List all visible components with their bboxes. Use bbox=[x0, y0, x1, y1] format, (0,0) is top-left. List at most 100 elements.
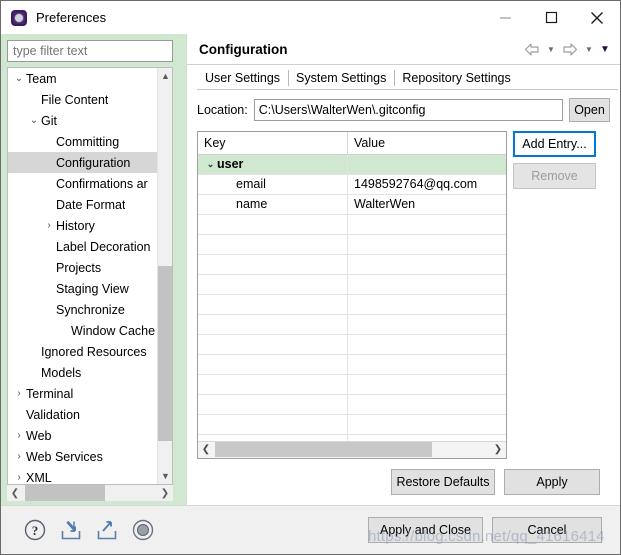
sidebar-item-window-cache[interactable]: Window Cache bbox=[8, 320, 157, 341]
cancel-button[interactable]: Cancel bbox=[492, 517, 602, 543]
table-cell-value bbox=[348, 275, 506, 294]
sidebar-item-configuration[interactable]: Configuration bbox=[8, 152, 157, 173]
scrollbar-thumb[interactable] bbox=[25, 485, 105, 501]
sidebar-item-staging-view[interactable]: Staging View bbox=[8, 278, 157, 299]
table-cell-key bbox=[198, 274, 348, 294]
back-history-caret-icon[interactable]: ▼ bbox=[544, 40, 558, 58]
sidebar-item-history[interactable]: › History bbox=[8, 215, 157, 236]
scrollbar-thumb[interactable] bbox=[158, 266, 172, 441]
sidebar-item-confirmations-ar[interactable]: Confirmations ar bbox=[8, 173, 157, 194]
table-cell-value bbox=[348, 295, 506, 314]
tab-user-settings[interactable]: User Settings bbox=[197, 66, 289, 89]
table-cell-key bbox=[198, 334, 348, 354]
table-row[interactable]: name WalterWen bbox=[198, 194, 506, 215]
chevron-down-icon[interactable]: ⌄ bbox=[12, 73, 26, 84]
help-icon[interactable]: ? bbox=[23, 518, 47, 542]
tab-system-settings[interactable]: System Settings bbox=[288, 67, 394, 89]
sidebar-item-label: Confirmations ar bbox=[56, 176, 148, 191]
filter-box[interactable] bbox=[7, 40, 173, 62]
config-table[interactable]: Key Value ⌄ user email 1498592764@qq.com nam… bbox=[197, 130, 507, 459]
tab-repository-settings[interactable]: Repository Settings bbox=[394, 67, 518, 89]
table-row-empty[interactable] bbox=[198, 294, 506, 315]
scroll-right-icon[interactable]: ❯ bbox=[490, 442, 506, 457]
table-row-empty[interactable] bbox=[198, 414, 506, 435]
table-row-empty[interactable] bbox=[198, 354, 506, 375]
export-icon[interactable] bbox=[95, 518, 119, 542]
open-button[interactable]: Open bbox=[569, 97, 610, 122]
minimize-button[interactable] bbox=[482, 1, 528, 34]
close-button[interactable] bbox=[574, 1, 620, 34]
table-cell-value bbox=[348, 415, 506, 434]
scroll-down-icon[interactable]: ▼ bbox=[158, 468, 172, 484]
import-icon[interactable] bbox=[59, 518, 83, 542]
table-row-empty[interactable] bbox=[198, 394, 506, 415]
apply-and-close-button[interactable]: Apply and Close bbox=[368, 517, 483, 543]
sidebar-item-label: Committing bbox=[56, 134, 120, 149]
table-row-empty[interactable] bbox=[198, 234, 506, 255]
scroll-left-icon[interactable]: ❮ bbox=[7, 485, 23, 501]
record-icon[interactable] bbox=[131, 518, 155, 542]
table-cell-value: 1498592764@qq.com bbox=[354, 177, 478, 192]
preference-tree[interactable]: ⌄ Team File Content ⌄ Git Committing Configura… bbox=[7, 67, 173, 485]
chevron-right-icon[interactable]: › bbox=[12, 451, 26, 462]
forward-history-caret-icon[interactable]: ▼ bbox=[582, 40, 596, 58]
scroll-up-icon[interactable]: ▲ bbox=[158, 68, 172, 84]
back-arrow-icon[interactable] bbox=[522, 40, 542, 58]
tree-horizontal-scrollbar[interactable]: ❮ ❯ bbox=[7, 485, 173, 501]
restore-defaults-button[interactable]: Restore Defaults bbox=[391, 469, 495, 495]
sidebar-item-git[interactable]: ⌄ Git bbox=[8, 110, 157, 131]
tree-vertical-scrollbar[interactable]: ▲ ▼ bbox=[157, 68, 172, 484]
sidebar-item-label-decoration[interactable]: Label Decoration bbox=[8, 236, 157, 257]
table-row-empty[interactable] bbox=[198, 254, 506, 275]
table-cell-value bbox=[348, 395, 506, 414]
sidebar-item-file-content[interactable]: File Content bbox=[8, 89, 157, 110]
sidebar-item-committing[interactable]: Committing bbox=[8, 131, 157, 152]
sidebar-item-team[interactable]: ⌄ Team bbox=[8, 68, 157, 89]
sidebar-item-date-format[interactable]: Date Format bbox=[8, 194, 157, 215]
sidebar-item-web-services[interactable]: › Web Services bbox=[8, 446, 157, 467]
forward-arrow-icon[interactable] bbox=[560, 40, 580, 58]
sidebar-item-label: Terminal bbox=[26, 386, 74, 401]
table-cell-value bbox=[348, 235, 506, 254]
preference-page-panel: Configuration ▼ ▼ ▼ User Settings System … bbox=[186, 34, 620, 505]
apply-button[interactable]: Apply bbox=[504, 469, 600, 495]
sidebar-item-validation[interactable]: Validation bbox=[8, 404, 157, 425]
maximize-button[interactable] bbox=[528, 1, 574, 34]
table-row-empty[interactable] bbox=[198, 334, 506, 355]
sidebar-item-models[interactable]: Models bbox=[8, 362, 157, 383]
location-input[interactable]: C:\Users\WalterWen\.gitconfig bbox=[253, 98, 563, 121]
table-row[interactable]: ⌄ user bbox=[198, 154, 506, 175]
table-row-empty[interactable] bbox=[198, 274, 506, 295]
column-header-value[interactable]: Value bbox=[348, 132, 506, 154]
table-horizontal-scrollbar[interactable]: ❮ ❯ bbox=[198, 441, 506, 458]
column-header-key[interactable]: Key bbox=[198, 131, 348, 154]
chevron-down-icon[interactable]: ⌄ bbox=[27, 115, 41, 126]
scroll-left-icon[interactable]: ❮ bbox=[198, 442, 214, 457]
sidebar-item-projects[interactable]: Projects bbox=[8, 257, 157, 278]
chevron-right-icon[interactable]: › bbox=[12, 388, 26, 399]
table-row-empty[interactable] bbox=[198, 214, 506, 235]
search-input[interactable] bbox=[8, 42, 172, 60]
chevron-right-icon[interactable]: › bbox=[12, 472, 26, 483]
table-row-empty[interactable] bbox=[198, 314, 506, 335]
scroll-right-icon[interactable]: ❯ bbox=[157, 485, 173, 501]
table-header: Key Value bbox=[198, 131, 506, 155]
chevron-down-icon[interactable]: ⌄ bbox=[204, 159, 217, 170]
table-cell-key bbox=[198, 354, 348, 374]
sidebar-item-label: Window Cache bbox=[71, 323, 156, 338]
sidebar-item-ignored-resources[interactable]: Ignored Resources bbox=[8, 341, 157, 362]
sidebar-item-web[interactable]: › Web bbox=[8, 425, 157, 446]
chevron-right-icon[interactable]: › bbox=[12, 430, 26, 441]
add-entry-button[interactable]: Add Entry... bbox=[513, 130, 596, 157]
table-row[interactable]: email 1498592764@qq.com bbox=[198, 174, 506, 195]
sidebar-item-terminal[interactable]: › Terminal bbox=[8, 383, 157, 404]
sidebar-item-label: Projects bbox=[56, 260, 102, 275]
chevron-right-icon[interactable]: › bbox=[42, 220, 56, 231]
sidebar-item-xml[interactable]: › XML bbox=[8, 467, 157, 485]
page-menu-caret-icon[interactable]: ▼ bbox=[598, 40, 612, 58]
preferences-dialog: Preferences ⌄TeamFile Content⌄GitCommitt… bbox=[0, 0, 621, 555]
sidebar-item-synchronize[interactable]: Synchronize bbox=[8, 299, 157, 320]
scrollbar-thumb[interactable] bbox=[215, 442, 432, 457]
table-cell-value bbox=[348, 155, 506, 174]
table-row-empty[interactable] bbox=[198, 374, 506, 395]
